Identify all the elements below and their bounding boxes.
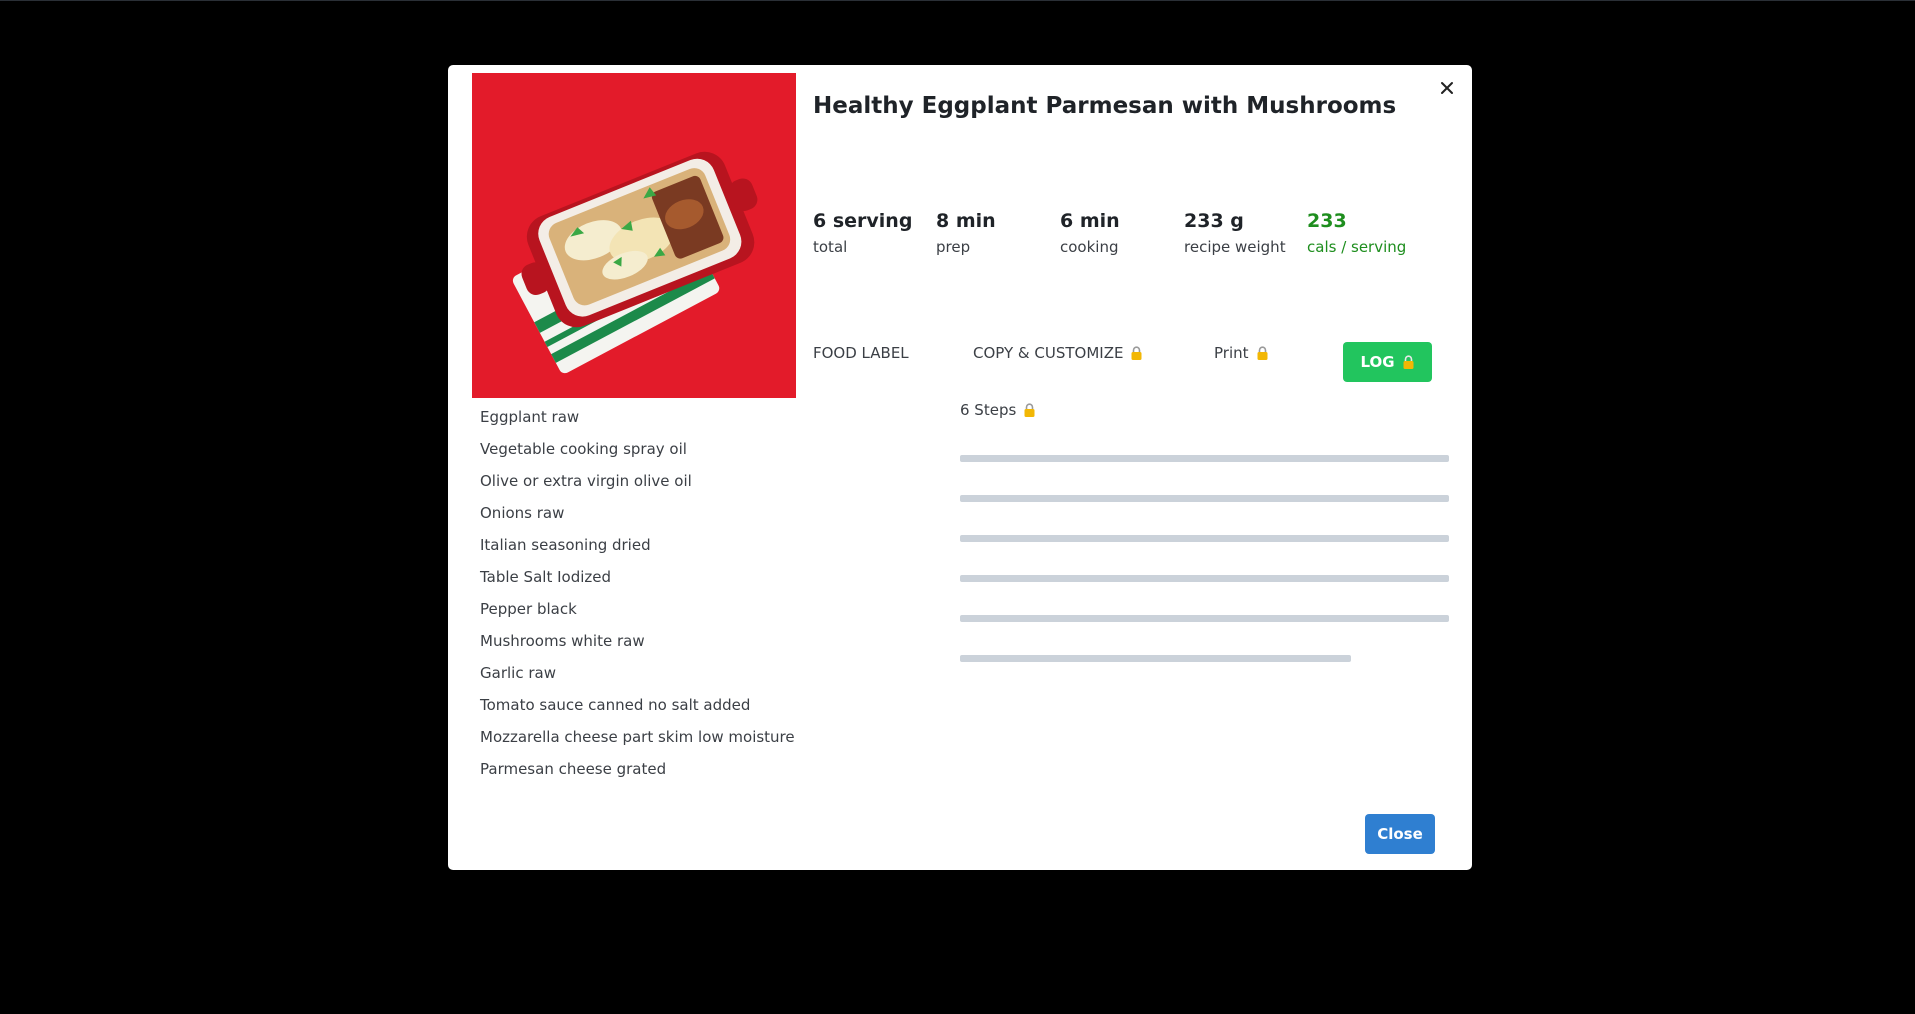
stat-servings-label: total xyxy=(813,238,848,256)
stat-recipe-weight-value: 233 g xyxy=(1184,210,1244,232)
eggplant-parmesan-photo-icon xyxy=(472,73,796,398)
log-button[interactable]: LOG xyxy=(1343,342,1432,382)
close-button[interactable]: Close xyxy=(1365,814,1435,854)
food-label-link[interactable]: FOOD LABEL xyxy=(813,344,909,362)
recipe-image xyxy=(472,73,796,398)
step-placeholder-bar xyxy=(960,455,1449,462)
step-placeholder-bar xyxy=(960,495,1449,502)
ingredient-item: Tomato sauce canned no salt added xyxy=(480,696,751,714)
lock-icon xyxy=(1257,345,1268,360)
stat-servings-value: 6 serving xyxy=(813,210,913,232)
lock-icon xyxy=(1403,354,1414,369)
ingredient-item: Mushrooms white raw xyxy=(480,632,645,650)
lock-icon xyxy=(1024,402,1035,417)
recipe-modal: Healthy Eggplant Parmesan with Mushrooms… xyxy=(448,65,1472,870)
ingredient-item: Onions raw xyxy=(480,504,565,522)
ingredient-item: Mozzarella cheese part skim low moisture xyxy=(480,728,795,746)
stat-calories-value: 233 xyxy=(1307,210,1347,232)
ingredient-item: Table Salt Iodized xyxy=(480,568,612,586)
close-icon[interactable] xyxy=(1434,75,1460,101)
step-placeholder-bar xyxy=(960,655,1351,662)
stat-cooking-value: 6 min xyxy=(1060,210,1120,232)
ingredient-item: Vegetable cooking spray oil xyxy=(480,440,687,458)
copy-customize-link[interactable]: COPY & CUSTOMIZE xyxy=(973,344,1143,362)
ingredient-item: Italian seasoning dried xyxy=(480,536,651,554)
ingredient-item: Olive or extra virgin olive oil xyxy=(480,472,692,490)
stat-cooking-label: cooking xyxy=(1060,238,1119,256)
stat-cooking: 6 min cooking xyxy=(1060,210,1180,256)
ingredients-list: Eggplant raw Vegetable cooking spray oil… xyxy=(480,408,795,792)
stat-prep-label: prep xyxy=(936,238,971,256)
ingredient-item: Garlic raw xyxy=(480,664,556,682)
stat-servings: 6 serving total xyxy=(813,210,933,256)
stat-prep: 8 min prep xyxy=(936,210,1056,256)
stat-calories: 233 cals / serving xyxy=(1307,210,1427,256)
ingredient-item: Parmesan cheese grated xyxy=(480,760,667,778)
close-button-label: Close xyxy=(1377,825,1423,843)
copy-customize-text: COPY & CUSTOMIZE xyxy=(973,344,1124,362)
step-placeholder-bar xyxy=(960,535,1449,542)
step-placeholder-bar xyxy=(960,575,1449,582)
steps-header: 6 Steps xyxy=(960,401,1036,419)
log-button-label: LOG xyxy=(1360,353,1395,371)
lock-icon xyxy=(1131,345,1142,360)
stat-recipe-weight: 233 g recipe weight xyxy=(1184,210,1304,256)
stat-prep-value: 8 min xyxy=(936,210,996,232)
backdrop-top-border xyxy=(0,0,1915,1)
ingredient-item: Pepper black xyxy=(480,600,577,618)
step-placeholder-bar xyxy=(960,615,1449,622)
print-text: Print xyxy=(1214,344,1249,362)
food-label-text: FOOD LABEL xyxy=(813,344,909,362)
stat-recipe-weight-label: recipe weight xyxy=(1184,238,1286,256)
ingredient-item: Eggplant raw xyxy=(480,408,580,426)
steps-count-text: 6 Steps xyxy=(960,401,1017,419)
stat-calories-label: cals / serving xyxy=(1307,238,1407,256)
print-link[interactable]: Print xyxy=(1214,344,1269,362)
recipe-title: Healthy Eggplant Parmesan with Mushrooms xyxy=(813,93,1397,119)
